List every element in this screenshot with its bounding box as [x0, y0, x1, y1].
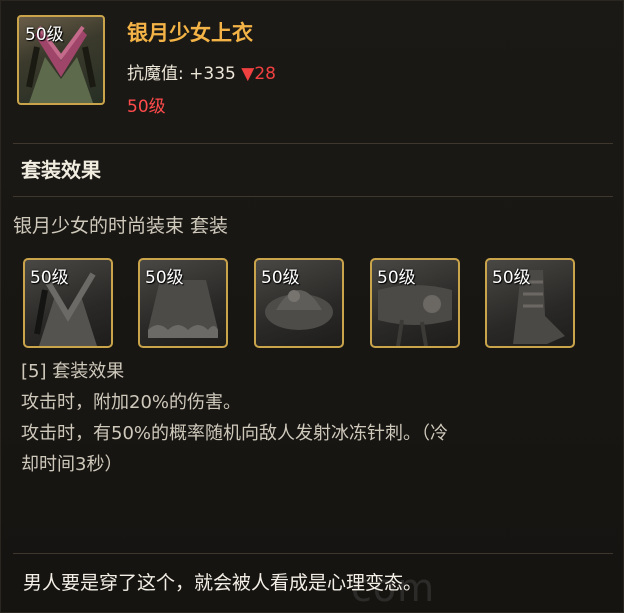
- divider: [13, 553, 613, 554]
- item-level-badge: 50级: [25, 25, 64, 45]
- set-piece-shoes[interactable]: 50级: [485, 258, 575, 348]
- item-name: 银月少女上衣: [127, 21, 253, 45]
- effect-line: 却时间3秒）: [21, 454, 123, 475]
- piece-level-badge: 50级: [145, 268, 184, 288]
- set-effects: [5] 套装效果 攻击时，附加20%的伤害。 攻击时，有50%的概率随机向敌人发…: [21, 356, 611, 480]
- piece-level-badge: 50级: [261, 268, 300, 288]
- set-piece-skirt[interactable]: 50级: [138, 258, 228, 348]
- divider: [13, 196, 613, 197]
- item-icon[interactable]: 50级: [17, 15, 105, 105]
- item-header: 50级 银月少女上衣 抗魔值: +335 ▼28 50级: [1, 1, 624, 143]
- set-piece-hat[interactable]: 50级: [254, 258, 344, 348]
- set-name: 银月少女的时尚装束 套装: [13, 215, 229, 237]
- flavor-text: 男人要是穿了这个，就会被人看成是心理变态。: [23, 572, 423, 594]
- stat-label: 抗魔值:: [127, 64, 184, 84]
- piece-level-badge: 50级: [492, 268, 531, 288]
- piece-level-badge: 50级: [377, 268, 416, 288]
- stat-change: ▼28: [241, 64, 276, 84]
- stat-value: +335: [189, 64, 236, 84]
- effect-header: [5] 套装效果: [21, 361, 125, 382]
- set-section-title: 套装效果: [21, 158, 101, 182]
- stat-row: 抗魔值: +335 ▼28: [127, 59, 276, 84]
- set-piece-belt[interactable]: 50级: [370, 258, 460, 348]
- effect-line: 攻击时，有50%的概率随机向敌人发射冰冻针刺。（冷: [21, 423, 449, 444]
- set-piece-top[interactable]: 50级: [23, 258, 113, 348]
- item-tooltip: 50级 银月少女上衣 抗魔值: +335 ▼28 50级 套装效果 银月少女的时…: [0, 0, 624, 613]
- piece-level-badge: 50级: [30, 268, 69, 288]
- divider: [13, 143, 613, 144]
- required-level: 50级: [127, 97, 166, 117]
- effect-line: 攻击时，附加20%的伤害。: [21, 392, 242, 413]
